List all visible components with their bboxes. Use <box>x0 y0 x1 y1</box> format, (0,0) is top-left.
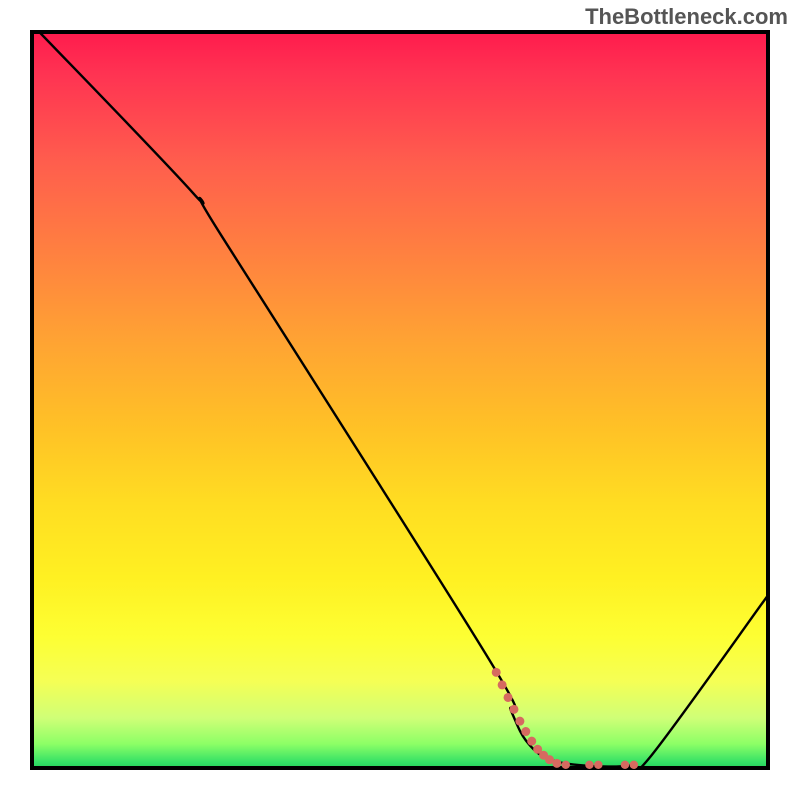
highlight-dot <box>509 705 518 714</box>
highlight-dot <box>504 693 513 702</box>
highlight-dot <box>552 759 561 768</box>
highlight-dot <box>594 761 602 769</box>
highlight-dot <box>585 761 593 769</box>
highlight-dot <box>562 761 570 769</box>
watermark-text: TheBottleneck.com <box>585 4 788 30</box>
highlight-dot <box>515 717 524 726</box>
highlight-dot <box>498 680 507 689</box>
highlight-dot <box>527 737 536 746</box>
chart-svg <box>30 30 770 770</box>
plot-area <box>30 30 770 770</box>
highlight-dot <box>630 761 638 769</box>
highlight-dot <box>621 761 629 769</box>
chart-frame: TheBottleneck.com <box>0 0 800 800</box>
highlight-dot <box>492 668 501 677</box>
highlight-dot <box>521 727 530 736</box>
bottleneck-curve <box>37 30 770 770</box>
